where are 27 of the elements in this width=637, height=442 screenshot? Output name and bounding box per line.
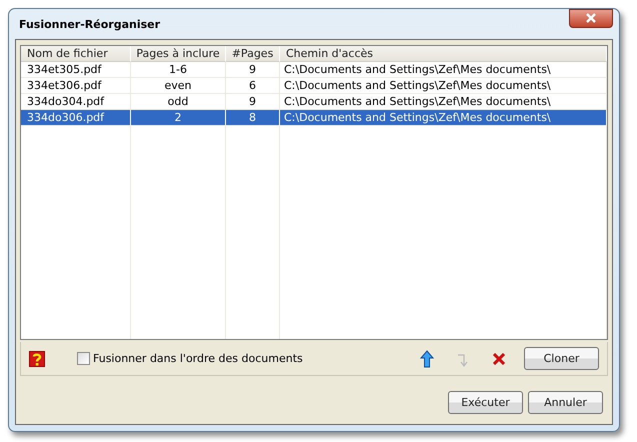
table-cell[interactable]: 6 bbox=[226, 78, 280, 94]
table-cell[interactable]: 2 bbox=[131, 110, 226, 126]
close-button[interactable] bbox=[569, 8, 613, 28]
help-icon[interactable] bbox=[29, 350, 45, 366]
clone-button[interactable]: Cloner bbox=[524, 347, 599, 370]
table-cell[interactable]: 334et306.pdf bbox=[21, 78, 131, 94]
checkbox-label: Fusionner dans l'ordre des documents bbox=[93, 352, 303, 365]
table-cell[interactable]: 1-6 bbox=[131, 62, 226, 78]
column-header[interactable]: Chemin d'accès bbox=[280, 46, 607, 62]
close-icon bbox=[585, 13, 597, 23]
column-header[interactable]: Nom de fichier bbox=[21, 46, 131, 62]
execute-button[interactable]: Exécuter bbox=[448, 390, 523, 414]
column-header[interactable]: Pages à inclure bbox=[131, 46, 226, 62]
window-title: Fusionner-Réorganiser bbox=[18, 18, 160, 30]
table-cell[interactable]: 334et305.pdf bbox=[21, 62, 131, 78]
table-cell[interactable]: 334do306.pdf bbox=[21, 110, 131, 126]
cancel-button[interactable]: Annuler bbox=[528, 390, 603, 414]
checkbox[interactable] bbox=[77, 352, 90, 365]
table-cell[interactable]: C:\Documents and Settings\Zef\Mes documents\ bbox=[280, 110, 607, 126]
table-cell[interactable]: C:\Documents and Settings\Zef\Mes documents\ bbox=[280, 62, 607, 78]
table-cell[interactable]: 9 bbox=[226, 62, 280, 78]
table-cell[interactable]: 8 bbox=[226, 110, 280, 126]
up-arrow-icon bbox=[420, 350, 434, 368]
table-cell[interactable]: even bbox=[131, 78, 226, 94]
column-header[interactable]: #Pages bbox=[226, 46, 280, 62]
delete-icon bbox=[493, 352, 505, 364]
table-cell[interactable]: C:\Documents and Settings\Zef\Mes documents\ bbox=[280, 78, 607, 94]
